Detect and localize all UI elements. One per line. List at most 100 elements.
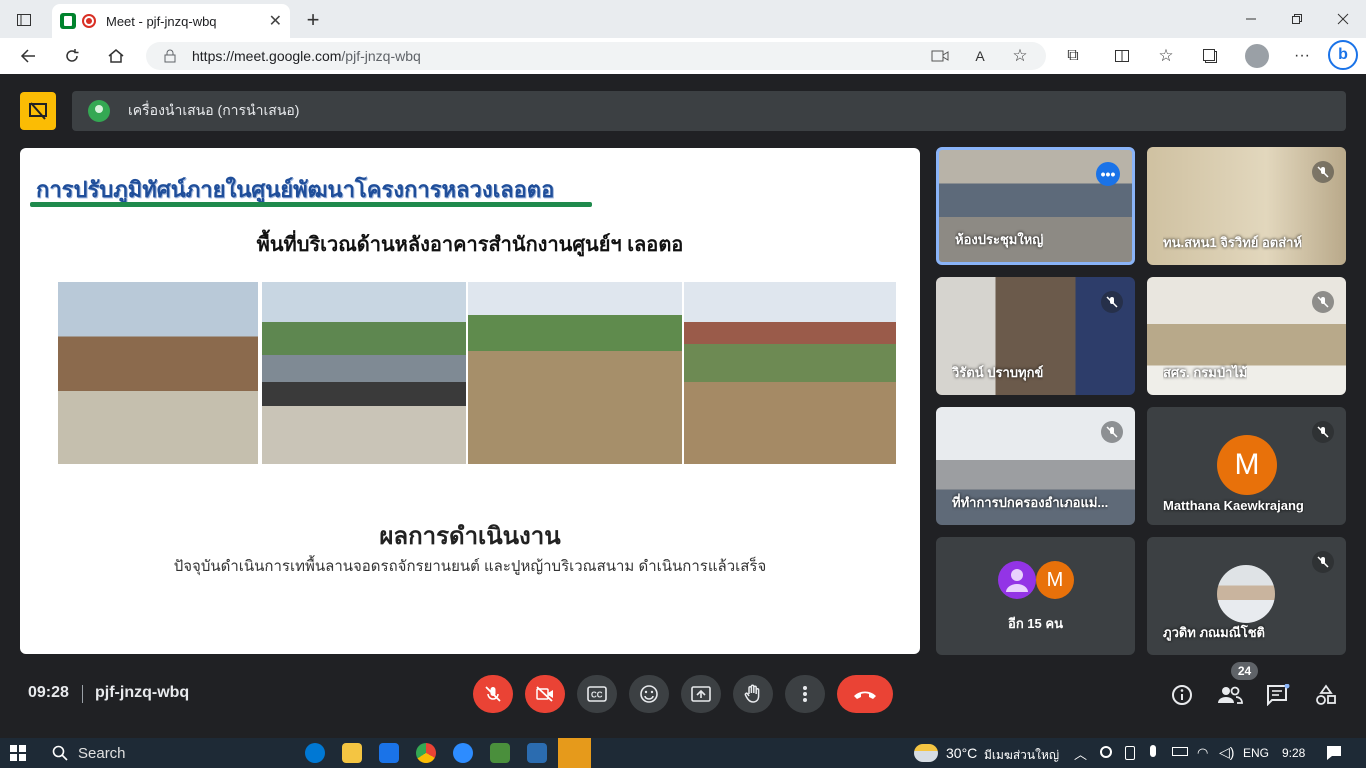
read-aloud-icon[interactable]: A xyxy=(970,46,990,66)
weather-text: มีเมฆส่วนใหญ่ xyxy=(984,748,1060,762)
camera-off-icon xyxy=(536,686,553,702)
slide-subtitle: พื้นที่บริเวณด้านหลังอาคารสำนักงานศูนย์ฯ… xyxy=(256,234,684,256)
participant-tile[interactable]: สศร. กรมป่าไม้ xyxy=(1147,277,1346,395)
more-vert-icon xyxy=(803,686,807,702)
app-icon[interactable] xyxy=(490,743,510,763)
edge-app-icon[interactable] xyxy=(305,743,325,763)
participant-tile[interactable]: ที่ทำการปกครองอำเภอแม่... xyxy=(936,407,1135,525)
slide-body-text: ปัจจุบันดำเนินการเทพื้นลานจอดรถจักรยานยน… xyxy=(173,558,767,575)
chat-button[interactable] xyxy=(1263,680,1293,710)
weather-icon[interactable] xyxy=(914,744,938,762)
meeting-info-button[interactable] xyxy=(1167,680,1197,710)
chat-icon xyxy=(1267,684,1290,706)
zoom-app-icon[interactable] xyxy=(453,743,473,763)
svg-text:CC: CC xyxy=(591,691,603,700)
address-bar[interactable]: https://meet.google.com/pjf-jnzq-wbq xyxy=(146,42,1046,70)
taskbar-search[interactable]: Search xyxy=(42,738,292,768)
windows-start-icon[interactable] xyxy=(10,745,26,764)
wifi-icon[interactable]: ◠ xyxy=(1197,745,1208,761)
language-indicator[interactable]: ENG xyxy=(1243,746,1269,760)
volume-icon[interactable]: ◁) xyxy=(1219,744,1234,761)
file-explorer-icon[interactable] xyxy=(342,743,362,763)
participant-tile[interactable]: ทน.สหน1 จิรวิทย์ อตส่าห์ xyxy=(1147,147,1346,265)
weather-temp: 30°C xyxy=(946,745,978,761)
present-icon xyxy=(691,686,711,702)
collections-icon[interactable] xyxy=(1200,46,1220,66)
presentation-icon[interactable] xyxy=(20,92,56,130)
raise-hand-button[interactable] xyxy=(733,675,773,713)
split-screen-icon[interactable] xyxy=(1112,46,1132,66)
mic-off-icon xyxy=(1312,161,1334,183)
meeting-code: pjf-jnzq-wbq xyxy=(95,684,190,701)
bing-copilot-icon[interactable]: b xyxy=(1328,40,1358,70)
search-label: Search xyxy=(78,744,126,762)
activities-icon xyxy=(1316,684,1336,705)
home-icon[interactable] xyxy=(106,46,126,66)
mail-app-icon[interactable] xyxy=(379,743,399,763)
leave-call-button[interactable] xyxy=(837,675,893,713)
slide-photo xyxy=(262,282,466,464)
minimize-icon[interactable] xyxy=(1242,10,1260,28)
people-button[interactable] xyxy=(1215,680,1245,710)
activities-button[interactable] xyxy=(1311,680,1341,710)
presenter-banner: เครื่องนำเสนอ (การนำเสนอ) xyxy=(72,91,1346,131)
back-icon[interactable] xyxy=(18,46,38,66)
favorites-icon[interactable]: ☆ xyxy=(1156,46,1176,66)
mic-off-icon xyxy=(1312,421,1334,443)
presenter-avatar xyxy=(88,100,110,122)
new-tab-button[interactable]: + xyxy=(302,7,324,32)
browser-tab-meet[interactable]: Meet - pjf-jnzq-wbq ✕ xyxy=(52,4,290,38)
tab-actions-icon[interactable] xyxy=(14,10,34,30)
participant-name: ห้องประชุมใหญ่ xyxy=(955,232,1044,247)
reload-icon[interactable] xyxy=(62,46,82,66)
tab-close-icon[interactable]: ✕ xyxy=(269,11,282,31)
notifications-icon[interactable] xyxy=(1326,745,1342,764)
tray-icon[interactable] xyxy=(1125,746,1135,760)
battery-icon[interactable] xyxy=(1172,747,1188,756)
recording-icon xyxy=(82,14,96,28)
participant-tile[interactable]: ••• ห้องประชุมใหญ่ xyxy=(936,147,1135,265)
mic-off-icon xyxy=(1101,421,1123,443)
camera-permission-icon[interactable] xyxy=(930,46,950,66)
profile-avatar[interactable] xyxy=(1245,44,1269,68)
settings-more-icon[interactable]: ··· xyxy=(1292,46,1312,66)
mic-off-icon xyxy=(485,686,501,702)
hang-up-icon xyxy=(854,691,876,699)
app-icon[interactable] xyxy=(527,743,547,763)
taskbar-clock[interactable]: 9:28 xyxy=(1282,746,1305,760)
participant-tile[interactable]: M Matthana Kaewkrajang xyxy=(1147,407,1346,525)
present-screen-button[interactable] xyxy=(681,675,721,713)
avatar xyxy=(998,561,1036,599)
avatar: M xyxy=(1217,435,1277,495)
avatar: M xyxy=(1036,561,1074,599)
tab-title: Meet - pjf-jnzq-wbq xyxy=(106,13,217,29)
microphone-icon[interactable] xyxy=(1150,745,1156,757)
search-icon xyxy=(52,745,68,761)
extensions-icon[interactable]: ⧉ xyxy=(1063,46,1083,66)
favorite-star-icon[interactable]: ☆ xyxy=(1010,46,1030,66)
chrome-app-icon[interactable] xyxy=(416,743,436,763)
close-window-icon[interactable] xyxy=(1334,10,1352,28)
restore-icon[interactable] xyxy=(1288,10,1306,28)
mic-toggle-button[interactable] xyxy=(473,675,513,713)
browser-tab-bar: Meet - pjf-jnzq-wbq ✕ + xyxy=(0,0,1366,38)
captions-button[interactable]: CC xyxy=(577,675,617,713)
more-options-icon[interactable]: ••• xyxy=(1096,162,1120,186)
emoji-icon xyxy=(640,685,658,703)
participant-tile[interactable]: วิรัตน์ ปราบทุกข์ xyxy=(936,277,1135,395)
camera-toggle-button[interactable] xyxy=(525,675,565,713)
participant-name: ภูวดิท ภณมณีโชติ xyxy=(1163,625,1266,640)
mic-off-icon xyxy=(1312,291,1334,313)
mic-off-icon xyxy=(1101,291,1123,313)
slide-photo xyxy=(468,282,682,464)
participant-name: ทน.สหน1 จิรวิทย์ อตส่าห์ xyxy=(1163,235,1303,250)
reactions-button[interactable] xyxy=(629,675,669,713)
tray-icon[interactable] xyxy=(1100,746,1112,758)
others-tile[interactable]: M อีก 15 คน xyxy=(936,537,1135,655)
participant-tile[interactable]: ภูวดิท ภณมณีโชติ xyxy=(1147,537,1346,655)
more-options-button[interactable] xyxy=(785,675,825,713)
chevron-up-icon[interactable]: ︿ xyxy=(1074,744,1087,763)
people-icon xyxy=(1218,686,1243,704)
line-app-icon[interactable] xyxy=(558,738,591,768)
url-path: /pjf-jnzq-wbq xyxy=(341,48,421,64)
